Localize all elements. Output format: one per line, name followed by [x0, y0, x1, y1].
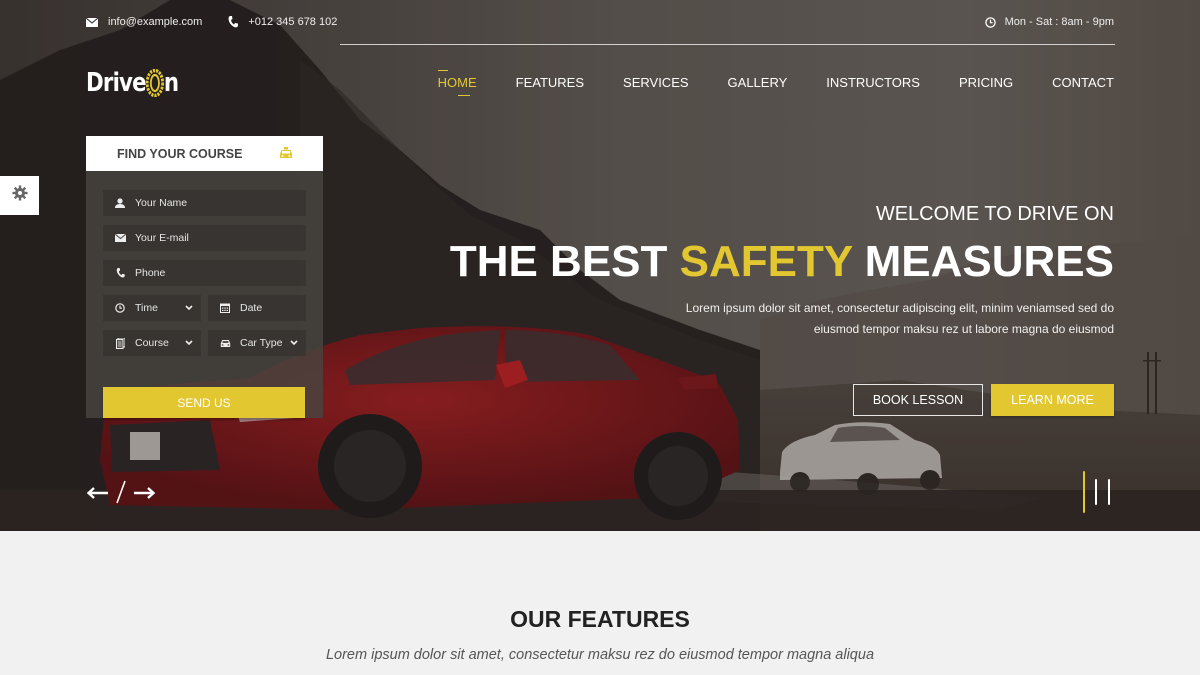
- hero-description: Lorem ipsum dolor sit amet, consectetur …: [450, 298, 1114, 340]
- features-subtitle: Lorem ipsum dolor sit amet, consectetur …: [325, 647, 875, 663]
- headline-pre: THE BEST: [449, 237, 680, 286]
- chevron-down-icon: [290, 340, 298, 346]
- chevron-down-icon: [185, 305, 193, 311]
- next-slide-arrow-icon[interactable]: [133, 486, 156, 504]
- nav-item-contact[interactable]: CONTACT: [1052, 74, 1114, 92]
- car-icon: [218, 339, 232, 348]
- name-input[interactable]: Your Name: [103, 190, 306, 216]
- settings-toggle-button[interactable]: [0, 176, 39, 215]
- hero-headline: THE BEST SAFETY MEASURES: [450, 236, 1114, 288]
- header-divider: [340, 44, 1115, 45]
- email-placeholder: Your E-mail: [135, 232, 189, 244]
- nav-item-home[interactable]: HOME: [437, 70, 477, 96]
- features-title: OUR FEATURES: [510, 606, 690, 632]
- book-lesson-button[interactable]: BOOK LESSON: [853, 384, 983, 416]
- slide-dot-1[interactable]: [1083, 471, 1085, 513]
- slider-controls: [86, 480, 156, 509]
- time-select[interactable]: Time: [103, 295, 201, 321]
- user-icon: [113, 198, 127, 208]
- learn-more-button[interactable]: LEARN MORE: [991, 384, 1114, 416]
- topbar-email[interactable]: info@example.com: [86, 16, 202, 28]
- clock-icon: [113, 303, 127, 313]
- hero-section: info@example.com +012 345 678 102 Mon - …: [0, 0, 1200, 531]
- nav-item-features[interactable]: FEATURES: [516, 74, 584, 92]
- nav-item-instructors[interactable]: INSTRUCTORS: [826, 74, 920, 92]
- features-section: OUR FEATURES Lorem ipsum dolor sit amet,…: [0, 531, 1200, 675]
- send-us-button[interactable]: SEND US: [103, 387, 305, 418]
- phone-text: +012 345 678 102: [248, 16, 338, 28]
- hero-description-line1: Lorem ipsum dolor sit amet, consectetur …: [685, 301, 1114, 315]
- envelope-icon: [86, 17, 98, 27]
- headline-post: MEASURES: [852, 237, 1114, 286]
- tyre-icon: [145, 69, 164, 97]
- logo-text-drive: Drive: [86, 68, 147, 98]
- phone-placeholder: Phone: [135, 267, 166, 279]
- time-label: Time: [135, 302, 158, 314]
- date-label: Date: [240, 302, 263, 314]
- date-input[interactable]: Date: [208, 295, 306, 321]
- form-header: FIND YOUR COURSE: [86, 136, 323, 171]
- hero-welcome: WELCOME TO DRIVE ON: [875, 203, 1114, 225]
- hero-caption: WELCOME TO DRIVE ON THE BEST SAFETY MEAS…: [450, 200, 1114, 340]
- course-select[interactable]: Course: [103, 330, 201, 356]
- car-type-select[interactable]: Car Type: [208, 330, 306, 356]
- main-nav: HOME FEATURES SERVICES GALLERY INSTRUCTO…: [399, 70, 1114, 96]
- chevron-down-icon: [185, 340, 193, 346]
- slide-dot-3[interactable]: [1108, 479, 1110, 505]
- top-contact-bar: info@example.com +012 345 678 102 Mon - …: [86, 13, 1114, 31]
- phone-icon: [228, 16, 239, 28]
- email-input[interactable]: Your E-mail: [103, 225, 306, 251]
- phone-icon: [113, 268, 127, 278]
- nav-item-pricing[interactable]: PRICING: [959, 74, 1013, 92]
- course-label: Course: [135, 337, 169, 349]
- car-type-label: Car Type: [240, 337, 283, 349]
- form-title: FIND YOUR COURSE: [117, 146, 243, 161]
- taxi-icon: [279, 147, 293, 160]
- slide-pagination: [1083, 471, 1121, 513]
- clock-icon: [984, 16, 996, 28]
- phone-input[interactable]: Phone: [103, 260, 306, 286]
- hours-text: Mon - Sat : 8am - 9pm: [1004, 16, 1114, 28]
- gear-icon: [12, 185, 28, 206]
- envelope-icon: [113, 234, 127, 242]
- document-icon: [113, 337, 127, 349]
- prev-slide-arrow-icon[interactable]: [86, 486, 109, 504]
- nav-item-gallery[interactable]: GALLERY: [728, 74, 788, 92]
- slide-dot-2[interactable]: [1095, 479, 1097, 505]
- nav-item-services[interactable]: SERVICES: [623, 74, 689, 92]
- hero-description-line2: eiusmod tempor maksu rez ut labore magna…: [813, 322, 1114, 336]
- headline-highlight: SAFETY: [679, 237, 853, 286]
- name-placeholder: Your Name: [135, 197, 188, 209]
- topbar-phone[interactable]: +012 345 678 102: [228, 16, 337, 28]
- slide-separator-icon: [116, 480, 126, 509]
- topbar-hours: Mon - Sat : 8am - 9pm: [984, 16, 1114, 28]
- email-text: info@example.com: [108, 16, 203, 28]
- hero-cta-group: BOOK LESSON LEARN MORE: [853, 384, 1114, 416]
- find-course-form: FIND YOUR COURSE Your Name Your E-mail P…: [86, 136, 323, 418]
- logo-text-n: n: [163, 68, 179, 98]
- site-logo[interactable]: Drive n: [86, 66, 179, 100]
- calendar-icon: [218, 303, 232, 313]
